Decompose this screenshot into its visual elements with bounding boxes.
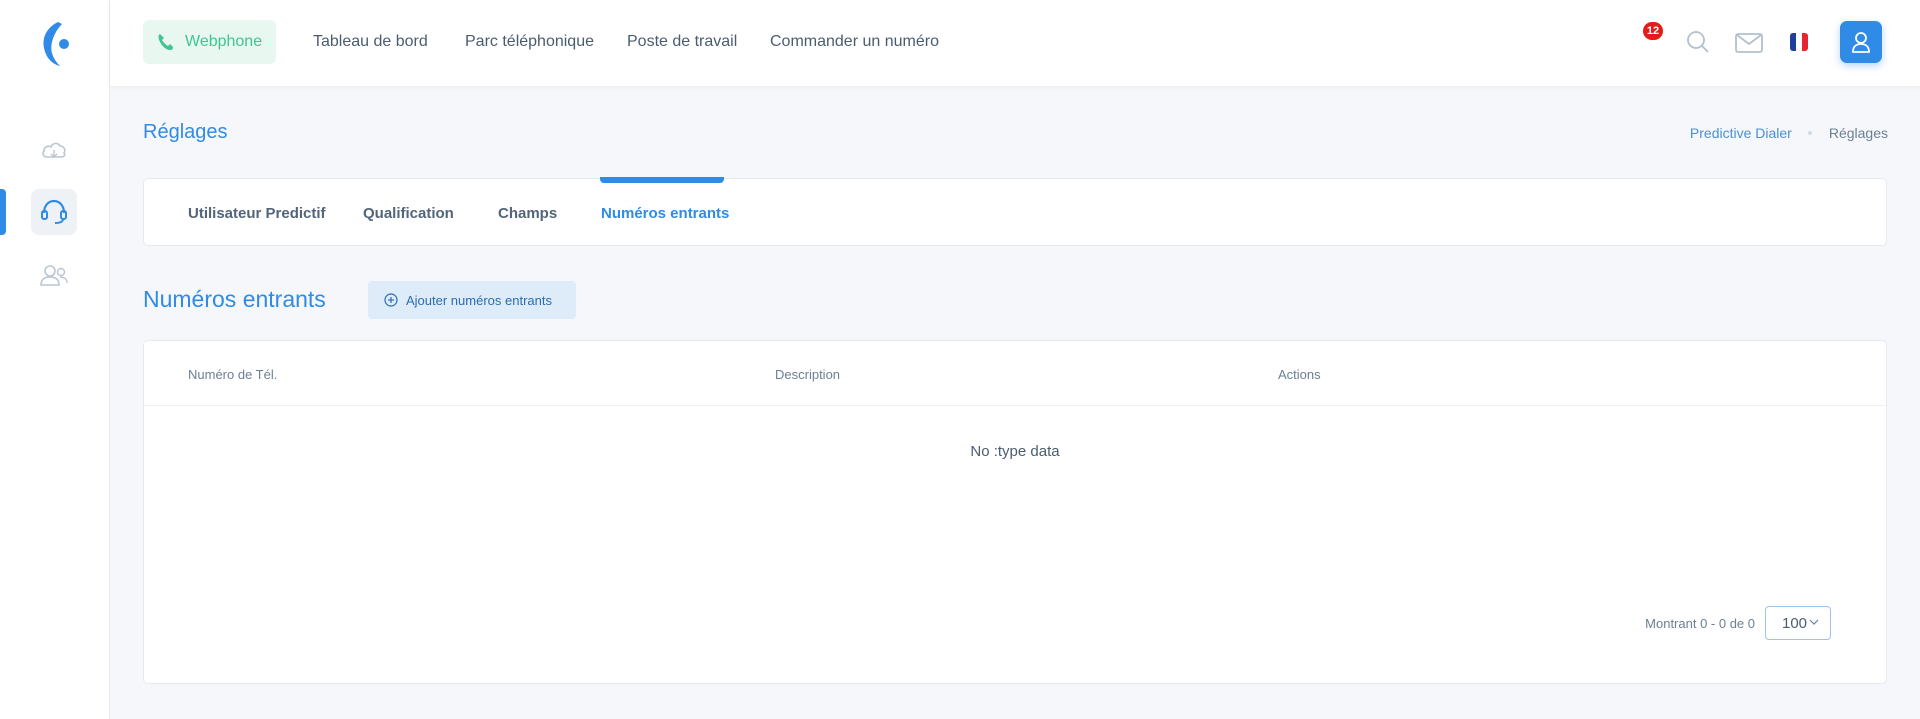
column-header-description[interactable]: Description bbox=[775, 367, 840, 382]
user-menu-button[interactable] bbox=[1840, 21, 1882, 63]
tab-champs[interactable]: Champs bbox=[498, 205, 557, 222]
nav-tableau-de-bord[interactable]: Tableau de bord bbox=[313, 33, 428, 51]
webphone-label: Webphone bbox=[185, 33, 263, 50]
plus-circle-icon bbox=[384, 293, 398, 307]
page-size-select[interactable]: 100 bbox=[1765, 606, 1831, 640]
headset-icon bbox=[41, 199, 67, 224]
user-icon bbox=[1852, 32, 1870, 53]
webphone-button[interactable]: Webphone bbox=[143, 20, 276, 64]
nav-parc-telephonique[interactable]: Parc téléphonique bbox=[465, 33, 594, 51]
topbar: Webphone Tableau de bord Parc téléphoniq… bbox=[110, 0, 1920, 86]
users-icon bbox=[40, 265, 68, 286]
breadcrumb: Predictive Dialer Réglages bbox=[1690, 125, 1888, 141]
chevron-down-icon bbox=[1809, 619, 1819, 625]
page-title: Réglages bbox=[143, 121, 228, 143]
empty-state-text: No :type data bbox=[970, 443, 1060, 460]
sidebar-item-predictive-dialer[interactable] bbox=[31, 189, 77, 235]
sidebar bbox=[0, 0, 110, 719]
column-header-phone[interactable]: Numéro de Tél. bbox=[188, 367, 277, 382]
phone-icon bbox=[158, 34, 173, 50]
column-header-actions: Actions bbox=[1278, 367, 1321, 382]
cloud-icon bbox=[42, 142, 66, 158]
breadcrumb-predictive-dialer[interactable]: Predictive Dialer bbox=[1690, 125, 1792, 141]
nav-commander-numero[interactable]: Commander un numéro bbox=[770, 33, 939, 51]
breadcrumb-current: Réglages bbox=[1828, 125, 1888, 141]
logo[interactable] bbox=[36, 18, 74, 68]
tab-utilisateur-predictif[interactable]: Utilisateur Predictif bbox=[188, 205, 326, 222]
section-title: Numéros entrants bbox=[143, 286, 326, 312]
table-header-divider bbox=[144, 405, 1886, 406]
mail-icon[interactable] bbox=[1735, 32, 1763, 54]
sidebar-item-users[interactable] bbox=[31, 252, 77, 298]
add-button-label: Ajouter numéros entrants bbox=[406, 292, 552, 308]
sidebar-item-cloud[interactable] bbox=[31, 128, 77, 174]
add-incoming-numbers-button[interactable]: Ajouter numéros entrants bbox=[368, 281, 576, 319]
sidebar-active-indicator bbox=[0, 189, 6, 235]
flag-fr-icon[interactable] bbox=[1790, 33, 1808, 51]
tabs-card: Utilisateur Predictif Qualification Cham… bbox=[143, 178, 1887, 246]
search-icon[interactable] bbox=[1685, 29, 1711, 55]
pagination-summary: Montrant 0 - 0 de 0 bbox=[1645, 616, 1755, 631]
tab-qualification[interactable]: Qualification bbox=[363, 205, 454, 222]
page-size-value: 100 bbox=[1782, 614, 1808, 632]
mail-badge: 12 bbox=[1643, 22, 1663, 40]
breadcrumb-separator bbox=[1807, 131, 1812, 135]
nav-poste-de-travail[interactable]: Poste de travail bbox=[627, 33, 737, 51]
incoming-numbers-table: Numéro de Tél. Description Actions No :t… bbox=[143, 340, 1887, 684]
tab-numeros-entrants[interactable]: Numéros entrants bbox=[601, 205, 729, 222]
tab-active-indicator bbox=[600, 177, 724, 183]
